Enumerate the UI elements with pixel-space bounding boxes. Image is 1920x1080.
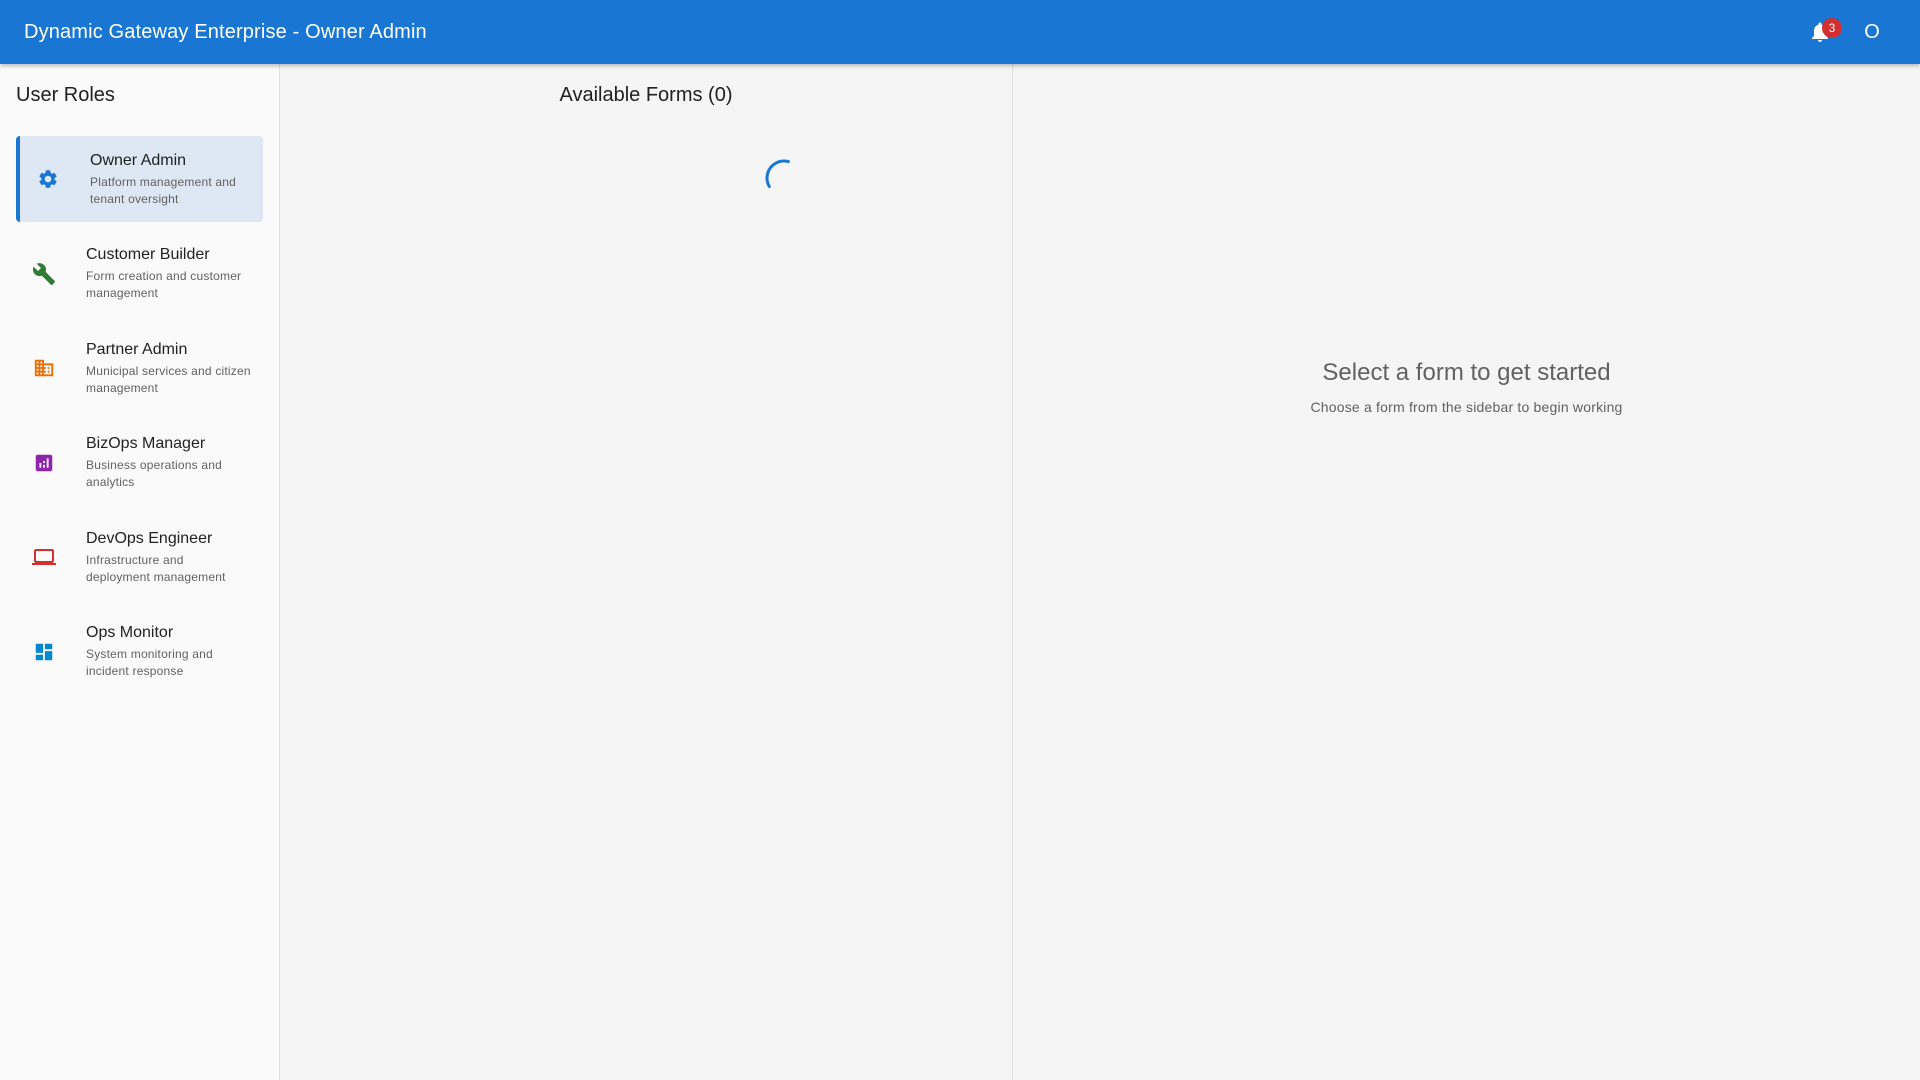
sidebar-title: User Roles: [16, 84, 115, 106]
monitor-icon: [32, 545, 56, 569]
role-name: Partner Admin: [86, 340, 188, 358]
empty-state-title: Select a form to get started: [1322, 359, 1611, 386]
role-item-partner-admin[interactable]: Partner Admin Municipal services and cit…: [16, 325, 263, 411]
role-item-bizops-manager[interactable]: BizOps Manager Business operations and a…: [16, 420, 263, 506]
role-name: Ops Monitor: [86, 624, 174, 641]
app-bar-actions: 3 O: [1796, 8, 1896, 56]
app-bar: Dynamic Gateway Enterprise - Owner Admin…: [0, 0, 1920, 64]
loading-spinner: [765, 159, 803, 197]
notification-badge: 3: [1822, 18, 1842, 38]
empty-state-subtitle: Choose a form from the sidebar to begin …: [1310, 399, 1623, 415]
analytics-icon: [32, 451, 56, 475]
app-title: Dynamic Gateway Enterprise - Owner Admin: [24, 20, 427, 43]
role-description: Municipal services and citizen managemen…: [86, 363, 251, 395]
building-icon: [32, 356, 56, 380]
forms-panel-title: Available Forms (0): [559, 84, 733, 106]
role-list: Owner Admin Platform management and tena…: [16, 136, 263, 703]
role-name: Customer Builder: [86, 246, 210, 263]
role-text: Customer Builder Form creation and custo…: [86, 245, 251, 302]
role-name: BizOps Manager: [86, 435, 206, 452]
role-description: Business operations and analytics: [86, 458, 223, 489]
role-name: Owner Admin: [90, 151, 187, 169]
role-text: Ops Monitor System monitoring and incide…: [86, 623, 251, 680]
role-text: BizOps Manager Business operations and a…: [86, 434, 251, 491]
sidebar: User Roles Owner Admin Platform manageme…: [0, 64, 280, 1080]
role-description: Infrastructure and deployment management: [86, 552, 226, 584]
role-description: Form creation and customer management: [86, 269, 242, 300]
role-item-customer-builder[interactable]: Customer Builder Form creation and custo…: [16, 231, 263, 317]
notifications-button[interactable]: 3: [1796, 8, 1844, 56]
role-description: System monitoring and incident response: [86, 647, 213, 678]
role-item-devops-engineer[interactable]: DevOps Engineer Infrastructure and deplo…: [16, 514, 263, 600]
forms-panel: Available Forms (0): [280, 64, 1013, 1080]
role-description: Platform management and tenant oversight: [90, 174, 237, 206]
role-item-ops-monitor[interactable]: Ops Monitor System monitoring and incide…: [16, 609, 263, 695]
wrench-icon: [32, 262, 56, 286]
role-text: DevOps Engineer Infrastructure and deplo…: [86, 529, 251, 586]
dashboard-icon: [32, 640, 56, 664]
role-text: Owner Admin Platform management and tena…: [90, 151, 255, 208]
role-text: Partner Admin Municipal services and cit…: [86, 340, 251, 397]
main-panel: Select a form to get started Choose a fo…: [1013, 64, 1920, 1080]
gear-icon: [36, 167, 60, 191]
role-name: DevOps Engineer: [86, 529, 213, 547]
account-button[interactable]: O: [1848, 8, 1896, 56]
role-item-owner-admin[interactable]: Owner Admin Platform management and tena…: [16, 136, 263, 222]
